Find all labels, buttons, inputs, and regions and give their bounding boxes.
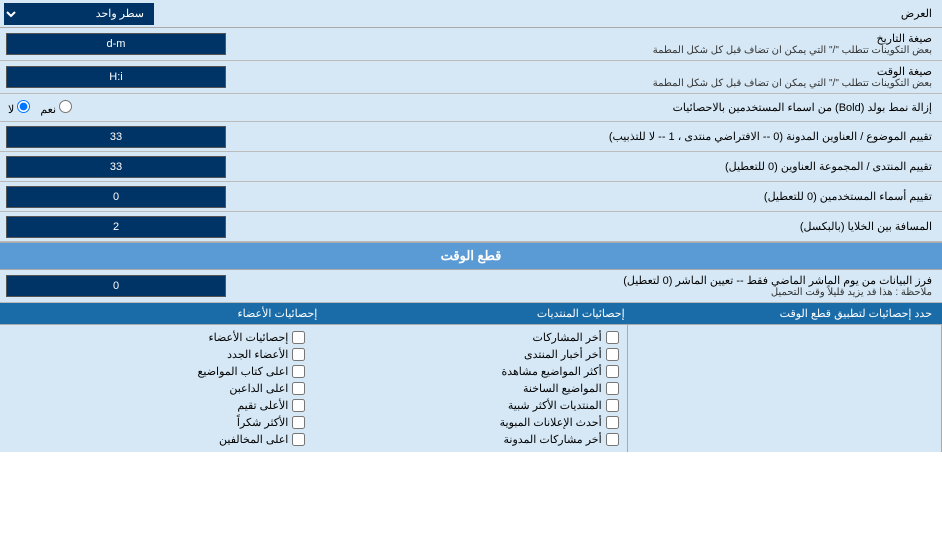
cb-most-viewed[interactable] xyxy=(606,365,619,378)
cb-similar-forums[interactable] xyxy=(606,399,619,412)
bold-no-label: لا xyxy=(8,100,30,116)
topics-rank-input[interactable] xyxy=(6,126,226,148)
stats-members-col-title: إحصائيات الأعضاء xyxy=(10,307,317,320)
cb-blog-posts[interactable] xyxy=(606,433,619,446)
cb-latest-classifieds[interactable] xyxy=(606,416,619,429)
date-format-label: صيغة التاريخ بعض التكوينات تتطلب "/" الت… xyxy=(260,28,942,60)
stats-limit-label: حدد إحصائيات لتطبيق قطع الوقت xyxy=(625,307,932,320)
cb-last-news[interactable] xyxy=(606,348,619,361)
spacing-input[interactable] xyxy=(6,216,226,238)
cut-time-input[interactable] xyxy=(6,275,226,297)
forum-rank-label: تقييم المنتدى / المجموعة العناوين (0 للت… xyxy=(260,156,942,177)
cb-member-stats[interactable] xyxy=(292,331,305,344)
time-format-label: صيغة الوقت بعض التكوينات تتطلب "/" التي … xyxy=(260,61,942,93)
cb-last-posts[interactable] xyxy=(606,331,619,344)
display-label: العرض xyxy=(260,3,942,24)
bold-no-radio[interactable] xyxy=(17,100,30,113)
cb-top-rated[interactable] xyxy=(292,399,305,412)
spacing-label: المسافة بين الخلايا (بالبكسل) xyxy=(260,216,942,237)
bold-label: إزالة نمط بولد (Bold) من اسماء المستخدمي… xyxy=(260,97,942,118)
cb-top-topic-writers[interactable] xyxy=(292,365,305,378)
bold-yes-label: نعم xyxy=(40,100,72,116)
cut-time-header: قطع الوقت xyxy=(0,242,942,270)
date-format-input[interactable] xyxy=(6,33,226,55)
stats-forum-col-title: إحصائيات المنتديات xyxy=(317,307,624,320)
cb-most-thanked[interactable] xyxy=(292,416,305,429)
time-format-input[interactable] xyxy=(6,66,226,88)
users-rank-input[interactable] xyxy=(6,186,226,208)
cb-top-posters[interactable] xyxy=(292,382,305,395)
display-select[interactable]: سطر واحد سطران ثلاثة أسطر xyxy=(4,3,154,25)
topics-rank-label: تقييم الموضوع / العناوين المدونة (0 -- ا… xyxy=(260,126,942,147)
cut-time-label: فرز البيانات من يوم الماشر الماضي فقط --… xyxy=(260,270,942,302)
cb-hot-topics[interactable] xyxy=(606,382,619,395)
forum-rank-input[interactable] xyxy=(6,156,226,178)
cb-top-violations[interactable] xyxy=(292,433,305,446)
bold-yes-radio[interactable] xyxy=(59,100,72,113)
users-rank-label: تقييم أسماء المستخدمين (0 للتعطيل) xyxy=(260,186,942,207)
cb-new-members[interactable] xyxy=(292,348,305,361)
